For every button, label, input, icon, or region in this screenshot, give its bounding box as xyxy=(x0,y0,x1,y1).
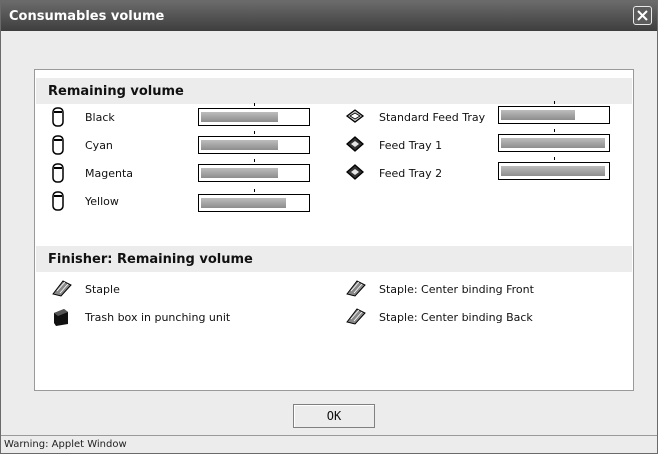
finisher-label: Trash box in punching unit xyxy=(85,310,231,324)
finisher-label: Staple: Center binding Back xyxy=(379,310,533,324)
toner-label: Magenta xyxy=(85,166,134,180)
tray-level-bar xyxy=(498,129,610,152)
toner-level-bar xyxy=(198,159,310,182)
title-bar: Consumables volume xyxy=(1,1,657,31)
tray-label: Feed Tray 2 xyxy=(379,166,443,180)
remaining-volume-header: Remaining volume xyxy=(36,78,632,104)
toner-cartridge-icon xyxy=(51,135,73,155)
tray-row-standard: Standard Feed Tray xyxy=(345,106,485,128)
toner-row-yellow: Yellow xyxy=(51,190,119,212)
stapler-icon xyxy=(51,279,73,299)
toner-label: Black xyxy=(85,110,115,124)
close-button[interactable] xyxy=(633,6,652,25)
tray-row-feed-1: Feed Tray 1 xyxy=(345,134,442,156)
tray-level-bar xyxy=(498,101,610,124)
finisher-item-center-front: Staple: Center binding Front xyxy=(345,278,534,300)
tray-row-feed-2: Feed Tray 2 xyxy=(345,162,442,184)
paper-tray-icon xyxy=(345,163,367,183)
toner-level-bar xyxy=(198,103,310,126)
toner-row-cyan: Cyan xyxy=(51,134,113,156)
trash-box-icon xyxy=(51,307,73,327)
toner-label: Yellow xyxy=(85,194,119,208)
tray-label: Standard Feed Tray xyxy=(379,110,486,124)
toner-cartridge-icon xyxy=(51,191,73,211)
paper-tray-icon xyxy=(345,107,367,127)
finisher-item-center-back: Staple: Center binding Back xyxy=(345,306,533,328)
finisher-item-staple: Staple xyxy=(51,278,120,300)
toner-row-magenta: Magenta xyxy=(51,162,133,184)
finisher-label: Staple xyxy=(85,282,120,296)
toner-level-bar xyxy=(198,189,310,212)
finisher-volume-header: Finisher: Remaining volume xyxy=(36,246,632,272)
stapler-icon xyxy=(345,307,367,327)
volume-panel: Remaining volume Black Cyan Magenta Yell… xyxy=(34,69,634,391)
toner-cartridge-icon xyxy=(51,107,73,127)
window-title: Consumables volume xyxy=(9,8,165,24)
finisher-label: Staple: Center binding Front xyxy=(379,282,534,296)
close-icon xyxy=(637,10,648,21)
stapler-icon xyxy=(345,279,367,299)
tray-label: Feed Tray 1 xyxy=(379,138,443,152)
paper-tray-icon xyxy=(345,135,367,155)
status-bar: Warning: Applet Window xyxy=(1,435,657,453)
toner-row-black: Black xyxy=(51,106,115,128)
toner-cartridge-icon xyxy=(51,163,73,183)
status-text: Warning: Applet Window xyxy=(4,439,127,450)
tray-level-bar xyxy=(498,157,610,180)
toner-level-bar xyxy=(198,131,310,154)
toner-label: Cyan xyxy=(85,138,113,152)
consumables-window: Consumables volume Remaining volume Blac… xyxy=(0,0,658,454)
ok-button[interactable]: OK xyxy=(293,404,375,428)
finisher-item-trash-box: Trash box in punching unit xyxy=(51,306,230,328)
